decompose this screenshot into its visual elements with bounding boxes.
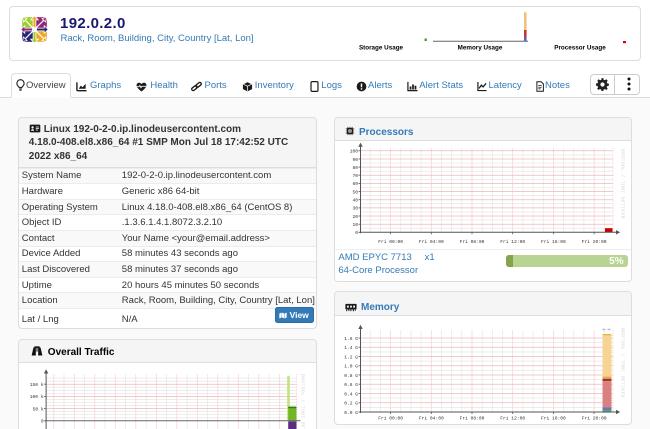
svg-text:Storage Usage: Storage Usage: [359, 45, 404, 52]
svg-text:Processor Usage: Processor Usage: [554, 45, 606, 52]
svg-text:Memory Usage: Memory Usage: [458, 45, 503, 52]
